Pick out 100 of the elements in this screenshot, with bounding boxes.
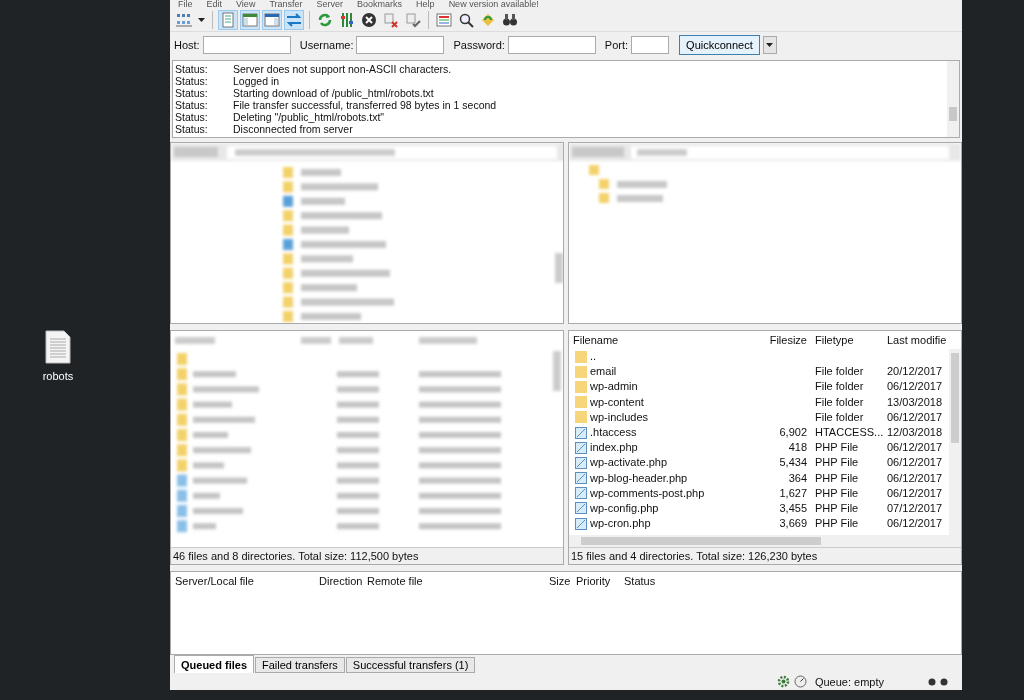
log-message: Deleting "/public_html/robots.txt" xyxy=(233,111,385,123)
menu-item[interactable]: Edit xyxy=(206,0,223,9)
modified-date: 12/03/2018 xyxy=(887,425,943,438)
column-header[interactable]: Remote file xyxy=(363,572,545,590)
quickconnect-button[interactable]: Quickconnect xyxy=(679,35,760,55)
file-type: File folder xyxy=(815,395,864,408)
status-text: 46 files and 8 directories. Total size: 112,500 bytes xyxy=(171,547,563,564)
file-icon xyxy=(575,456,587,469)
column-header[interactable]: Filename xyxy=(569,331,763,349)
file-icon xyxy=(575,517,587,530)
menu-item[interactable]: New version available! xyxy=(448,0,539,9)
toolbar-button[interactable] xyxy=(359,10,379,30)
binoculars-icon xyxy=(502,12,518,28)
file-name[interactable]: wp-activate.php xyxy=(590,455,668,471)
tab[interactable]: Successful transfers (1) xyxy=(345,657,476,673)
file-name[interactable]: wp-config.php xyxy=(590,500,659,517)
menu-item[interactable]: Transfer xyxy=(269,0,303,9)
menu-item[interactable]: Help xyxy=(416,0,435,9)
column-header[interactable]: Priority xyxy=(572,572,620,590)
field-label: Port: xyxy=(604,39,629,51)
file-name[interactable]: .htaccess xyxy=(590,424,637,441)
file-size: 5,434 xyxy=(779,456,807,469)
input-field[interactable] xyxy=(202,36,291,54)
log-label: Status: xyxy=(175,123,209,135)
file-size: 1,627 xyxy=(779,486,807,499)
log-label: Status: xyxy=(175,99,209,111)
toolbar-button[interactable] xyxy=(262,10,282,30)
disconnect-icon xyxy=(383,12,399,28)
column-header[interactable]: Filetype xyxy=(811,331,883,349)
file-type: PHP File xyxy=(815,471,859,484)
tab[interactable]: Failed transfers xyxy=(255,657,345,673)
folder-icon xyxy=(575,350,587,363)
folder-icon xyxy=(575,396,587,409)
file-label[interactable]: robots xyxy=(42,370,74,382)
log-message: Server does not support non-ASCII characters. xyxy=(233,63,452,75)
menu-item[interactable]: View xyxy=(236,0,256,9)
modified-date: 06/12/2017 xyxy=(887,410,943,423)
scrollbar[interactable] xyxy=(947,61,959,137)
log-message: Disconnected from server xyxy=(233,123,353,135)
file-name[interactable]: wp-includes xyxy=(590,409,649,425)
server-grid-icon xyxy=(176,12,192,28)
modified-date: 06/12/2017 xyxy=(887,471,943,484)
file-icon xyxy=(575,426,587,439)
modified-date: 06/12/2017 xyxy=(887,456,943,469)
reconnect-icon xyxy=(405,12,421,28)
scrollbar[interactable] xyxy=(569,535,961,547)
modified-date: 06/12/2017 xyxy=(887,380,943,393)
field-label: Host: xyxy=(174,39,200,51)
file-type: HTACCESS... xyxy=(815,425,884,438)
modified-date: 06/12/2017 xyxy=(887,486,943,499)
file-type: PHP File xyxy=(815,517,859,530)
input-field[interactable] xyxy=(356,36,445,54)
column-header[interactable]: Server/Local file xyxy=(171,572,315,590)
file-icon xyxy=(575,441,587,454)
file-size: 418 xyxy=(788,441,807,454)
file-type: PHP File xyxy=(815,486,859,499)
caret-icon[interactable] xyxy=(198,18,205,22)
file-name[interactable]: wp-content xyxy=(590,394,644,410)
document-icon[interactable] xyxy=(45,330,71,364)
log-label: Status: xyxy=(175,111,209,123)
folder-icon xyxy=(575,411,587,424)
file-icon xyxy=(575,472,587,485)
column-header[interactable]: Direction xyxy=(315,572,363,590)
file-size: 3,455 xyxy=(779,501,807,514)
column-header[interactable]: Status xyxy=(620,572,680,590)
arrows-icon xyxy=(286,12,302,28)
file-size: 3,669 xyxy=(779,517,807,530)
file-name[interactable]: email xyxy=(590,364,617,380)
refresh-icon xyxy=(317,12,333,28)
column-header[interactable]: Size xyxy=(545,572,572,590)
input-field[interactable] xyxy=(507,36,596,54)
sliders-icon xyxy=(339,12,355,28)
caret-icon xyxy=(766,43,774,47)
status-text: 15 files and 4 directories. Total size: 126,230 bytes xyxy=(569,547,961,564)
menu-item[interactable]: Bookmarks xyxy=(357,0,403,9)
folder-icon xyxy=(575,365,587,378)
file-name[interactable]: .. xyxy=(590,349,597,365)
dropdown-button[interactable] xyxy=(762,36,777,54)
column-header[interactable]: Last modifie xyxy=(883,331,947,349)
folder-icon xyxy=(575,380,587,393)
file-type: PHP File xyxy=(815,441,859,454)
file-icon xyxy=(575,487,587,500)
file-name[interactable]: wp-cron.php xyxy=(590,516,651,532)
field-label: Password: xyxy=(453,39,505,51)
file-name[interactable]: wp-blog-header.php xyxy=(590,470,688,486)
file-type: File folder xyxy=(815,380,864,393)
menu-item[interactable]: File xyxy=(178,0,193,9)
file-type: PHP File xyxy=(815,501,859,514)
panel-icon xyxy=(242,12,258,28)
file-name[interactable]: wp-admin xyxy=(590,379,638,395)
tab[interactable]: Queued files xyxy=(174,655,255,673)
list-icon xyxy=(436,12,452,28)
menu-item[interactable]: Server xyxy=(316,0,344,9)
gear-icon xyxy=(776,675,790,688)
scrollbar[interactable] xyxy=(949,349,961,535)
field-label: Username: xyxy=(299,39,354,51)
column-header[interactable]: Filesize xyxy=(763,331,811,349)
file-name[interactable]: wp-comments-post.php xyxy=(590,485,705,501)
file-name[interactable]: index.php xyxy=(590,440,638,456)
input-field[interactable] xyxy=(631,36,670,54)
